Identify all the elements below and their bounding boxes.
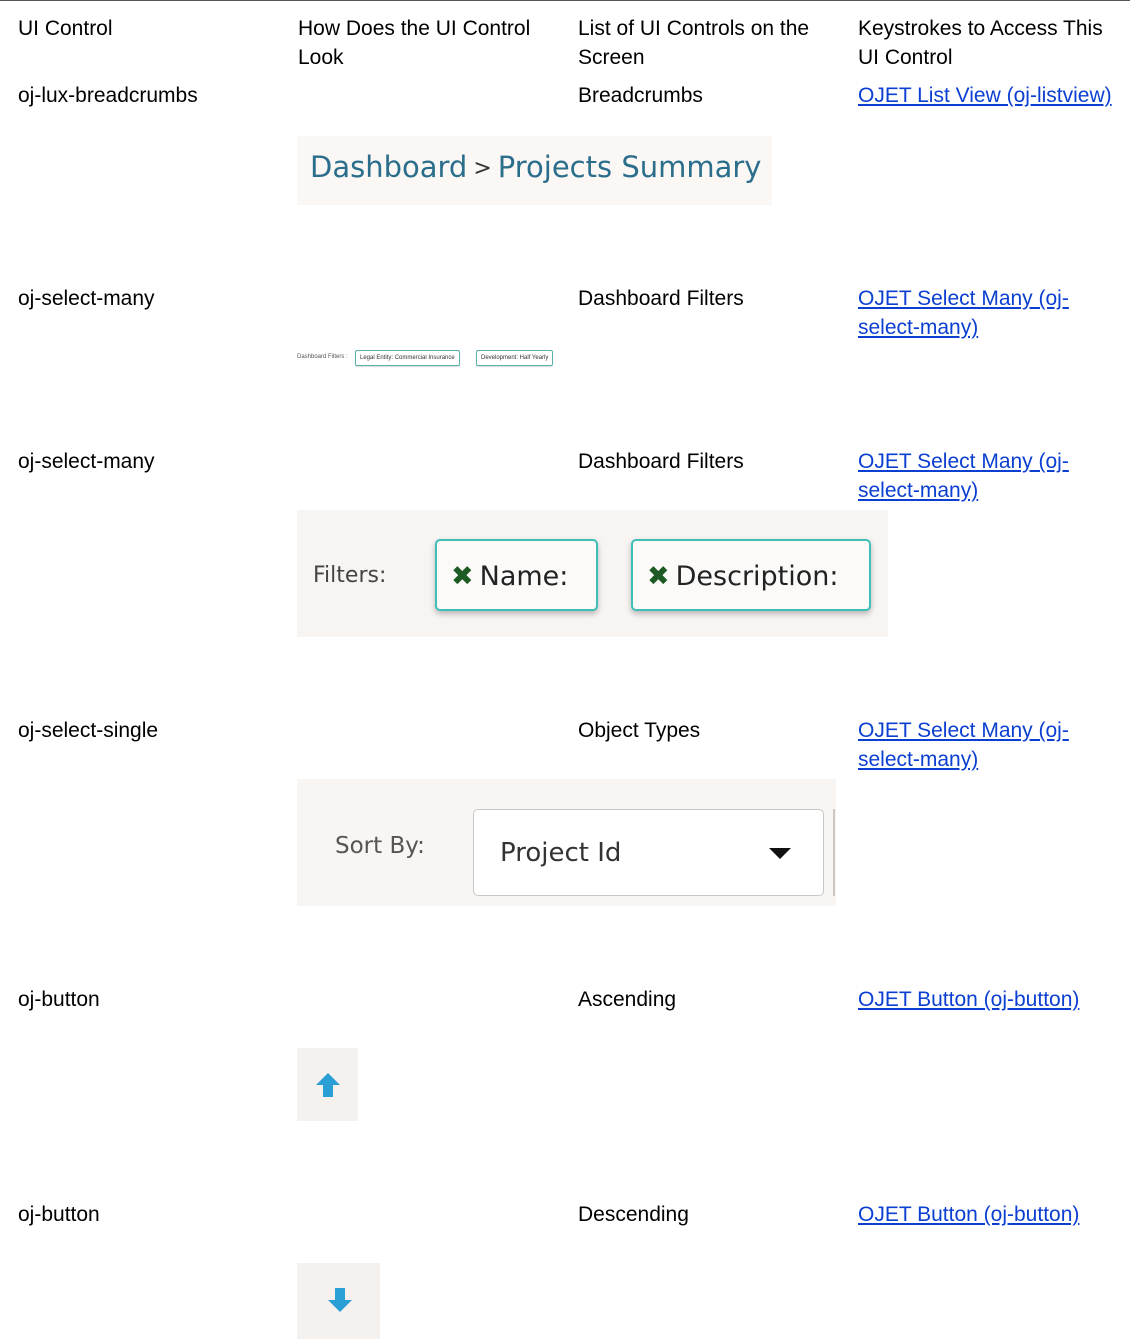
row-3-screen-control: Dashboard Filters <box>578 450 744 473</box>
row-6-control: oj-button <box>18 1203 100 1226</box>
row-1-link[interactable]: OJET List View (oj-listview) <box>858 84 1112 107</box>
dashboard-filters-preview: Dashboard Filters : Legal Entity: Commer… <box>297 347 565 369</box>
row-4-link[interactable]: OJET Select Many (oj-select-many) <box>858 719 1069 771</box>
row-3-control: oj-select-many <box>18 450 155 473</box>
header-list-controls: List of UI Controls on the Screen <box>578 17 810 69</box>
caret-down-icon[interactable] <box>769 848 791 859</box>
row-2-control: oj-select-many <box>18 287 155 310</box>
remove-icon[interactable]: ✖ <box>647 561 670 592</box>
row-5-screen-control: Ascending <box>578 988 677 1011</box>
filter-chip-description-label: Description: <box>675 561 839 592</box>
down-arrow-icon <box>328 1288 352 1312</box>
filter-chip-name[interactable]: ✖ Name: <box>435 539 598 611</box>
sort-by-value: Project Id <box>500 838 622 868</box>
filter-chip-development[interactable]: Development: Half Yearly <box>476 350 554 366</box>
header-keystrokes: Keystrokes to Access This UI Control <box>858 17 1103 69</box>
row-1-control: oj-lux-breadcrumbs <box>18 84 198 107</box>
row-5-control: oj-button <box>18 988 100 1011</box>
table-top-rule <box>0 0 1130 1</box>
row-4-screen-control: Object Types <box>578 719 701 742</box>
breadcrumb-current: Projects Summary <box>497 150 762 184</box>
filters-preview: Filters: ✖ Name: ✖ Description: <box>297 510 888 637</box>
remove-icon[interactable]: ✖ <box>451 561 474 592</box>
header-ui-control: UI Control <box>18 17 113 40</box>
ascending-button-preview[interactable] <box>297 1048 358 1121</box>
descending-button-preview[interactable] <box>297 1263 380 1339</box>
header-how-look: How Does the UI Control Look <box>298 17 531 69</box>
up-arrow-icon <box>316 1073 340 1097</box>
sort-by-label: Sort By: <box>335 833 425 859</box>
row-3-link[interactable]: OJET Select Many (oj-select-many) <box>858 450 1069 502</box>
filter-chip-legal-entity[interactable]: Legal Entity: Commercial Insurance <box>355 350 460 366</box>
filters-label: Filters: <box>313 563 387 588</box>
breadcrumbs-preview: Dashboard > Projects Summary <box>297 136 772 205</box>
filter-chip-name-label: Name: <box>479 561 569 592</box>
sort-by-preview: Sort By: Project Id <box>297 779 836 906</box>
row-6-screen-control: Descending <box>578 1203 689 1226</box>
dashboard-filters-label: Dashboard Filters : <box>297 354 348 360</box>
row-2-screen-control: Dashboard Filters <box>578 287 744 310</box>
row-2-link[interactable]: OJET Select Many (oj-select-many) <box>858 287 1069 339</box>
row-5-link[interactable]: OJET Button (oj-button) <box>858 988 1079 1011</box>
breadcrumb-separator: > <box>473 156 492 181</box>
row-6-link[interactable]: OJET Button (oj-button) <box>858 1203 1079 1226</box>
adjacent-control-edge <box>833 809 835 896</box>
row-1-screen-control: Breadcrumbs <box>578 84 703 107</box>
row-4-control: oj-select-single <box>18 719 159 742</box>
sort-by-select[interactable]: Project Id <box>473 809 824 896</box>
breadcrumb-dashboard[interactable]: Dashboard <box>310 150 467 184</box>
filter-chip-description[interactable]: ✖ Description: <box>631 539 871 611</box>
